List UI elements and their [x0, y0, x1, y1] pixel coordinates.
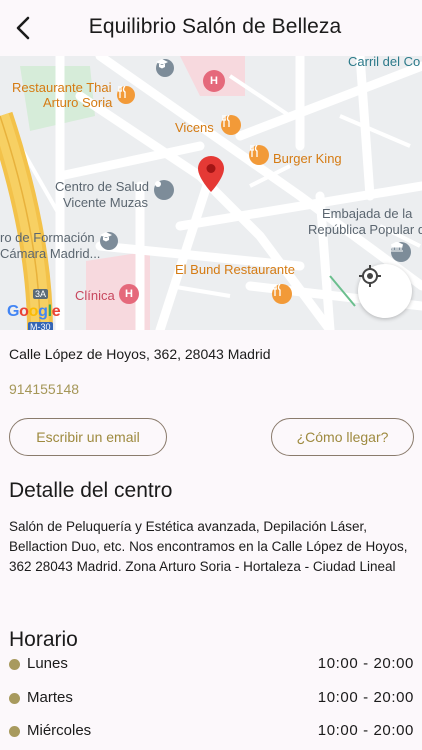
address-text: Calle López de Hoyos, 362, 28043 Madrid [9, 346, 271, 362]
detail-section-title: Detalle del centro [9, 479, 173, 502]
crosshair-icon [359, 265, 381, 287]
restaurant-icon[interactable] [117, 86, 135, 104]
hospital-icon-letter: H [210, 75, 218, 87]
school-icon[interactable] [100, 232, 118, 250]
my-location-button[interactable] [358, 264, 412, 318]
map-label-centro-salud-sub: Vicente Muzas [63, 195, 149, 210]
schedule-hours: 10:00 - 20:00 [317, 655, 414, 672]
location-map[interactable]: Carril del Co Restaurante Thai Arturo So… [0, 56, 422, 330]
map-label-centro-salud: Centro de Salud [55, 179, 149, 194]
directions-button[interactable]: ¿Cómo llegar? [271, 418, 414, 456]
schedule-row: Miércoles 10:00 - 20:00 [9, 721, 414, 743]
schedule-hours: 10:00 - 20:00 [317, 722, 414, 739]
phone-link[interactable]: 914155148 [9, 381, 79, 397]
map-label-carril: Carril del Co [348, 56, 421, 69]
road-shield-3a: 3A [33, 289, 49, 299]
map-marker-icon[interactable] [198, 156, 224, 192]
app-header: Equilibrio Salón de Belleza [0, 0, 422, 56]
schedule-day: Lunes [27, 655, 68, 672]
write-email-button[interactable]: Escribir un email [9, 418, 167, 456]
google-logo: Google [7, 303, 61, 320]
restaurant-icon[interactable] [249, 145, 269, 165]
school-icon[interactable] [156, 59, 174, 77]
schedule-day: Martes [27, 689, 73, 706]
map-label-formacion-sub: Cámara Madrid... [0, 246, 101, 261]
embassy-icon[interactable] [391, 242, 411, 262]
schedule-row: Martes 10:00 - 20:00 [9, 688, 414, 710]
map-label-vicens: Vicens [175, 120, 214, 135]
map-label-thai-sub: Arturo Soria [43, 95, 113, 110]
road-shield-m30: M-30 [28, 322, 53, 330]
map-label-formacion: ro de Formación [0, 230, 95, 245]
bullet-dot [9, 726, 20, 737]
hospital-icon[interactable]: H [203, 70, 225, 92]
schedule-hours: 10:00 - 20:00 [317, 689, 414, 706]
map-label-el-bund: El Bund Restaurante [175, 262, 295, 277]
page-title: Equilibrio Salón de Belleza [88, 15, 342, 38]
bullet-dot [9, 659, 20, 670]
hospital-icon[interactable]: H [119, 284, 139, 304]
map-label-embajada: Embajada de la [322, 206, 413, 221]
hospital-icon-letter: H [125, 288, 133, 300]
map-label-burger-king: Burger King [273, 151, 342, 166]
restaurant-icon[interactable] [272, 284, 292, 304]
restaurant-icon[interactable] [221, 115, 241, 135]
medical-marker-icon[interactable] [154, 180, 174, 200]
schedule-day: Miércoles [27, 722, 92, 739]
map-label-embajada-sub: República Popular de... [308, 222, 422, 237]
bullet-dot [9, 693, 20, 704]
map-label-clinica: Clínica [75, 288, 115, 303]
schedule-row: Lunes 10:00 - 20:00 [9, 654, 414, 676]
center-description: Salón de Peluquería y Estética avanzada,… [9, 519, 408, 574]
map-label-thai: Restaurante Thai [12, 80, 112, 95]
schedule-section-title: Horario [9, 628, 78, 651]
